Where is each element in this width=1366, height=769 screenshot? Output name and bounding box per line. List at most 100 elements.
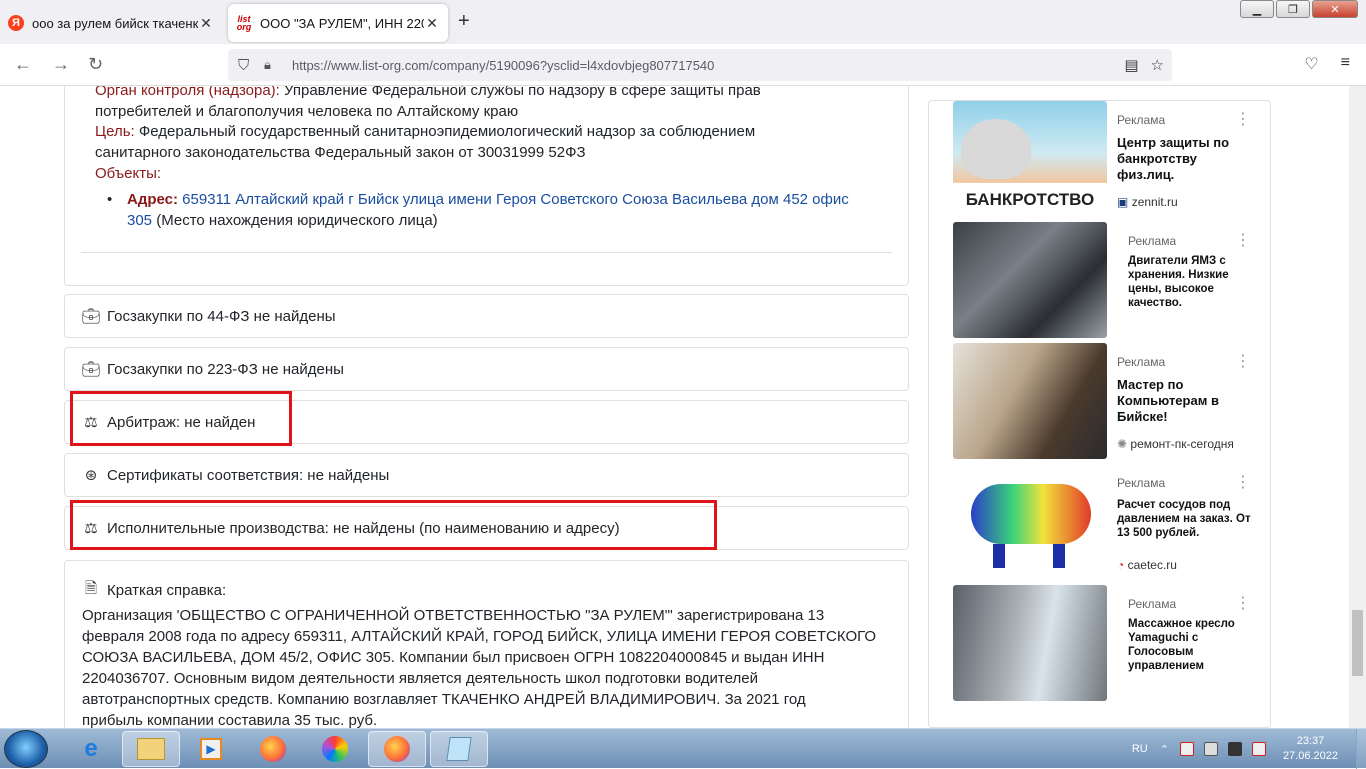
close-window-icon[interactable]: ✕ <box>1312 0 1358 18</box>
windows-taskbar: e ▶ RU ⌃ 23:37 27.06.2022 <box>0 728 1366 769</box>
more-options-icon[interactable]: ⋮ <box>1235 230 1251 250</box>
yandex-browser-icon[interactable] <box>306 731 364 767</box>
summary-text: Организация 'ОБЩЕСТВО С ОГРАНИЧЕННОЙ ОТВ… <box>82 605 902 728</box>
ad-item[interactable]: Реклама ⋮ Расчет сосудов под давлением н… <box>953 464 1253 580</box>
more-options-icon[interactable]: ⋮ <box>1235 109 1251 129</box>
gear-icon: ✺ <box>1117 437 1128 451</box>
ad-item[interactable]: БАНКРОТСТВО Реклама ⋮ Центр защиты по ба… <box>953 101 1253 217</box>
firefox-icon[interactable] <box>244 731 302 767</box>
show-hidden-icons-icon[interactable]: ⌃ <box>1160 743 1169 756</box>
scrollbar-thumb[interactable] <box>1352 610 1363 676</box>
ad-label: Реклама <box>1117 113 1166 127</box>
organ-label: Орган контроля (надзора): <box>95 86 280 99</box>
summary-line: СОЮЗА ВАСИЛЬЕВА, ДОМ 45/2, ОФИС 305. Ком… <box>82 649 825 666</box>
ad-title[interactable]: Массажное кресло Yamaguchi с Голосовым у… <box>1128 617 1248 673</box>
menu-icon[interactable]: ≡ <box>1341 54 1350 74</box>
ad-vessel-leg <box>1053 544 1065 568</box>
summary-title: Краткая справка: <box>107 582 227 599</box>
lock-icon[interactable]: 🔒︎ <box>264 57 271 73</box>
firefox-active-icon[interactable] <box>368 731 426 767</box>
divider <box>81 252 892 253</box>
ad-title[interactable]: Мастер по Компьютерам в Бийске! <box>1117 377 1255 425</box>
forward-icon[interactable]: → <box>52 54 70 75</box>
list-org-icon: list org <box>236 14 252 32</box>
certificates-row[interactable]: ⊛ Сертификаты соответствия: не найдены <box>64 453 909 497</box>
ad-image[interactable]: БАНКРОТСТВО <box>953 101 1107 217</box>
highlight-box-enforcement <box>70 500 717 550</box>
close-tab-icon[interactable]: ✕ <box>198 15 214 32</box>
ads-sidebar: БАНКРОТСТВО Реклама ⋮ Центр защиты по ба… <box>928 100 1271 728</box>
goszakupki-44-row[interactable]: 💼︎ Госзакупки по 44-ФЗ не найдены <box>64 294 909 338</box>
start-button[interactable] <box>4 730 48 768</box>
document-icon: 🗎︎ <box>84 580 98 597</box>
goszakupki-223-row[interactable]: 💼︎ Госзакупки по 223-ФЗ не найдены <box>64 347 909 391</box>
goszakupki-44-text: Госзакупки по 44-ФЗ не найдены <box>107 307 336 325</box>
back-icon[interactable]: ← <box>14 54 32 75</box>
tab-title: ООО "ЗА РУЛЕМ", ИНН 220403 <box>260 15 424 31</box>
more-options-icon[interactable]: ⋮ <box>1235 472 1251 492</box>
goszakupki-223-text: Госзакупки по 223-ФЗ не найдены <box>107 360 344 378</box>
ad-title[interactable]: Расчет сосудов под давлением на заказ. О… <box>1117 498 1255 540</box>
tab-title: ооо за рулем бийск ткаченко <box>32 15 198 31</box>
ad-vessel-shape <box>971 484 1091 544</box>
address-link-cont[interactable]: 305 <box>127 212 152 229</box>
clock[interactable]: 23:37 27.06.2022 <box>1283 734 1338 764</box>
language-indicator[interactable]: RU <box>1132 743 1148 755</box>
inspection-card: Орган контроля (надзора): Управление Фед… <box>64 86 909 286</box>
address-note: (Место нахождения юридического лица) <box>152 212 438 229</box>
internet-explorer-icon[interactable]: e <box>62 731 120 767</box>
ad-item[interactable]: Реклама ⋮ Двигатели ЯМЗ с хранения. Низк… <box>953 222 1253 338</box>
address-item: • Адрес: 659311 Алтайский край г Бийск у… <box>107 189 899 231</box>
network-icon[interactable] <box>1203 742 1218 756</box>
url-bar[interactable]: ⛉ 🔒︎ https://www.list-org.com/company/51… <box>228 49 1172 81</box>
ad-domain[interactable]: ✺ ремонт-пк-сегодня <box>1117 437 1245 451</box>
ad-image[interactable] <box>953 585 1107 701</box>
explorer-icon[interactable] <box>122 731 180 767</box>
goal-text-cont: санитарного законодательства Федеральный… <box>95 144 586 161</box>
more-options-icon[interactable]: ⋮ <box>1235 351 1251 371</box>
ad-image[interactable] <box>953 343 1107 459</box>
briefcase-icon: 💼︎ <box>81 361 101 378</box>
close-tab-icon[interactable]: ✕ <box>424 15 440 32</box>
ad-image[interactable] <box>953 222 1107 338</box>
shield-icon[interactable]: ⛉ <box>238 57 249 74</box>
ad-domain[interactable]: ◔ caetec.ru <box>1117 558 1245 572</box>
ad-domain[interactable]: ▣ zennit.ru <box>1117 195 1245 209</box>
objects-label: Объекты: <box>95 165 162 182</box>
tab-search[interactable]: Я ооо за рулем бийск ткаченко ✕ <box>0 4 222 42</box>
power-icon[interactable] <box>1251 742 1266 756</box>
volume-icon[interactable] <box>1227 742 1242 756</box>
ad-image-caption: БАНКРОТСТВО <box>953 183 1107 217</box>
page-scrollbar[interactable] <box>1349 86 1366 728</box>
ad-item[interactable]: Реклама ⋮ Мастер по Компьютерам в Бийске… <box>953 343 1253 459</box>
ad-image[interactable] <box>953 464 1107 580</box>
more-options-icon[interactable]: ⋮ <box>1235 593 1251 613</box>
tab-list-org[interactable]: listorg ООО "ЗА РУЛЕМ", ИНН 220403 ✕ <box>228 4 448 42</box>
organ-text: Управление Федеральной службы по надзору… <box>279 86 761 99</box>
summary-line: 2204036707. Основным видом деятельности … <box>82 670 758 687</box>
media-player-icon[interactable]: ▶ <box>182 731 240 767</box>
summary-line: февраля 2008 года по адресу 659311, АЛТА… <box>82 628 877 645</box>
ad-vessel-leg <box>993 544 1005 568</box>
ad-title[interactable]: Двигатели ЯМЗ с хранения. Низкие цены, в… <box>1128 254 1248 310</box>
address-link[interactable]: 659311 Алтайский край г Бийск улица имен… <box>182 191 849 208</box>
summary-line: автотранспортных средств. Компанию возгл… <box>82 691 806 708</box>
flag-icon[interactable] <box>1179 742 1194 756</box>
new-tab-icon[interactable]: + <box>458 10 470 33</box>
minimize-icon[interactable]: ▁ <box>1240 0 1274 18</box>
highlight-box-arbitrage <box>70 391 292 446</box>
notepad-icon[interactable] <box>430 731 488 767</box>
organ-text-cont: потребителей и благополучия человека по … <box>95 103 519 120</box>
reload-icon[interactable]: ↻ <box>88 54 103 75</box>
ad-item[interactable]: Реклама ⋮ Массажное кресло Yamaguchi с Г… <box>953 585 1253 701</box>
ad-figure <box>961 119 1031 179</box>
summary-line: прибыль компании составила 35 тыс. руб. <box>82 712 378 728</box>
restore-icon[interactable]: ❐ <box>1276 0 1310 18</box>
bookmark-star-icon[interactable]: ☆ <box>1151 56 1164 74</box>
briefcase-icon: 💼︎ <box>81 308 101 325</box>
show-desktop-button[interactable] <box>1356 729 1366 769</box>
ad-title[interactable]: Центр защиты по банкротству физ.лиц. <box>1117 135 1255 183</box>
url-text[interactable]: https://www.list-org.com/company/5190096… <box>292 58 714 73</box>
reader-view-icon[interactable]: ▤ <box>1124 56 1138 74</box>
pocket-icon[interactable]: ♡ <box>1304 54 1318 74</box>
